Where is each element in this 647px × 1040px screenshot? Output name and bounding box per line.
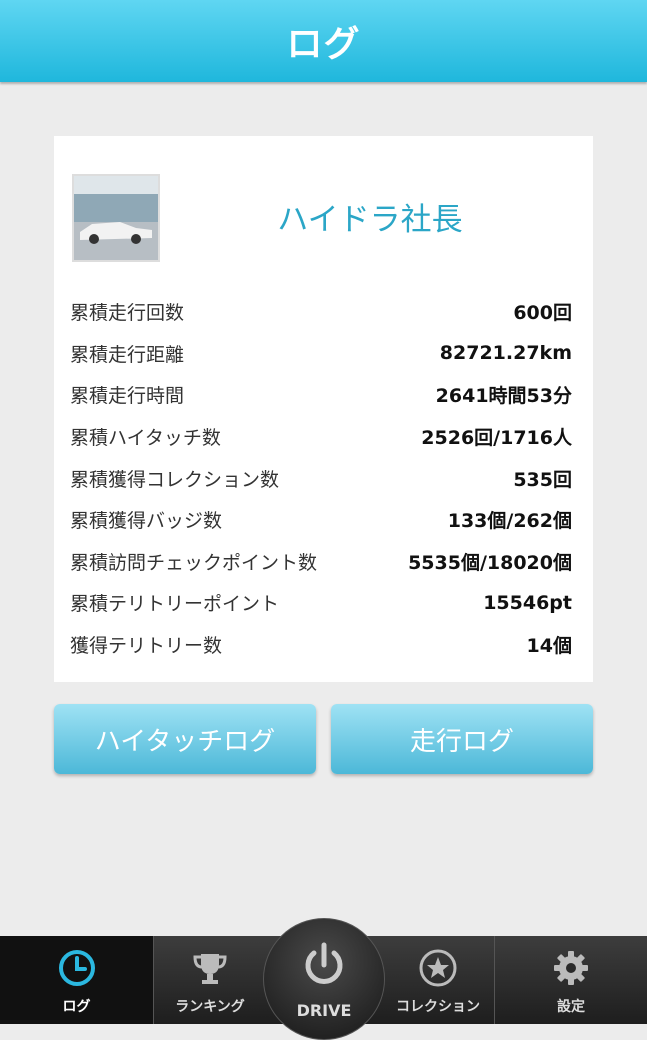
tab-settings[interactable]: 設定	[495, 936, 647, 1024]
stat-label: 累積走行距離	[70, 343, 185, 366]
stat-value: 2641時間53分	[435, 385, 572, 408]
star-icon	[418, 948, 458, 992]
stat-value: 15546pt	[483, 591, 572, 614]
tab-collection-label: コレクション	[396, 999, 480, 1015]
stat-row: 累積獲得バッジ数 133個/262個	[70, 499, 572, 541]
stat-value: 82721.27km	[439, 342, 572, 365]
stat-row: 累積獲得コレクション数 535回	[70, 457, 572, 499]
stat-value: 133個/262個	[447, 510, 572, 533]
stat-label: 累積獲得コレクション数	[70, 468, 280, 491]
username: ハイドラ社長	[277, 202, 463, 238]
stat-label: 獲得テリトリー数	[70, 635, 223, 658]
stat-row: 累積走行回数 600回	[70, 291, 572, 333]
stat-label: 累積訪問チェックポイント数	[70, 551, 318, 574]
tab-log[interactable]: ログ	[0, 936, 153, 1024]
tab-settings-label: 設定	[557, 999, 585, 1015]
stat-label: 累積テリトリーポイント	[70, 593, 280, 616]
profile-card: ハイドラ社長 累積走行回数 600回 累積走行距離 82721.27km 累積走…	[54, 136, 593, 682]
header-bar: ログ	[0, 0, 647, 82]
tab-log-label: ログ	[62, 999, 91, 1015]
tab-collection[interactable]: コレクション	[382, 936, 494, 1024]
gear-icon	[551, 948, 591, 992]
avatar	[72, 174, 160, 262]
page-title: ログ	[286, 24, 361, 65]
clock-icon	[57, 948, 97, 992]
stat-row: 累積走行時間 2641時間53分	[70, 374, 572, 416]
drive-button[interactable]: DRIVE	[263, 918, 385, 1040]
stat-row: 累積走行距離 82721.27km	[70, 333, 572, 375]
stat-label: 累積走行時間	[70, 385, 185, 408]
stat-value: 535回	[513, 468, 572, 491]
stat-value: 14個	[526, 635, 572, 658]
stat-value: 600回	[513, 302, 572, 325]
stat-value: 5535個/18020個	[408, 551, 572, 574]
drive-label: DRIVE	[296, 1001, 352, 1020]
stat-row: 累積ハイタッチ数 2526回/1716人	[70, 416, 572, 458]
tab-ranking-label: ランキング	[175, 999, 245, 1015]
stat-row: 獲得テリトリー数 14個	[70, 624, 572, 666]
stat-row: 累積テリトリーポイント 15546pt	[70, 582, 572, 624]
power-icon	[300, 941, 348, 993]
drive-log-button[interactable]: 走行ログ	[331, 704, 593, 774]
hightouch-log-button[interactable]: ハイタッチログ	[54, 704, 316, 774]
stat-row: 累積訪問チェックポイント数 5535個/18020個	[70, 541, 572, 583]
stat-value: 2526回/1716人	[421, 427, 572, 450]
tab-ranking[interactable]: ランキング	[154, 936, 266, 1024]
stats-list: 累積走行回数 600回 累積走行距離 82721.27km 累積走行時間 264…	[70, 291, 572, 665]
stat-label: 累積ハイタッチ数	[70, 427, 221, 450]
trophy-icon	[190, 948, 230, 992]
stat-label: 累積走行回数	[70, 302, 185, 325]
stat-label: 累積獲得バッジ数	[70, 510, 223, 533]
